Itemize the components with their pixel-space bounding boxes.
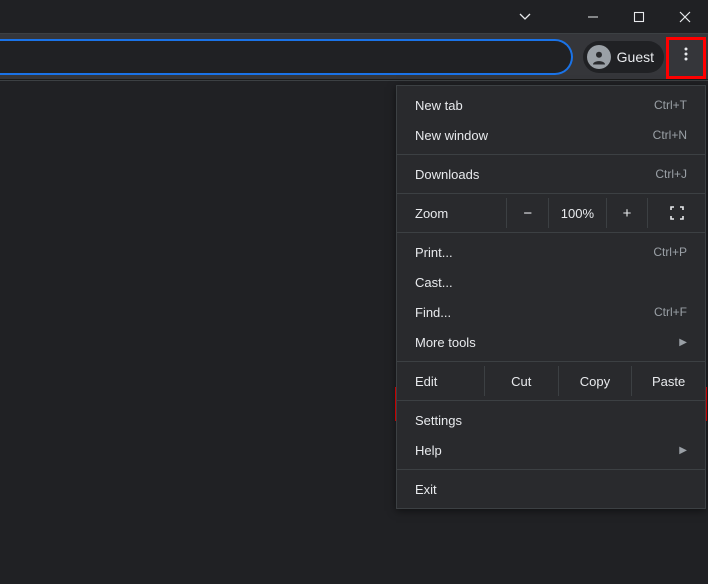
menu-separator [397, 193, 705, 194]
profile-button[interactable]: Guest [583, 41, 664, 73]
menu-shortcut: Ctrl+J [655, 167, 687, 181]
app-menu-button[interactable] [670, 41, 702, 73]
menu-separator [397, 232, 705, 233]
menu-item-exit[interactable]: Exit [397, 474, 705, 504]
address-bar[interactable] [0, 39, 573, 75]
vertical-dots-icon [678, 46, 694, 67]
menu-item-find[interactable]: Find... Ctrl+F [397, 297, 705, 327]
menu-item-edit-row: Edit Cut Copy Paste [397, 366, 705, 396]
menu-label: New window [415, 128, 488, 143]
menu-item-new-tab[interactable]: New tab Ctrl+T [397, 90, 705, 120]
menu-shortcut: Ctrl+F [654, 305, 687, 319]
fullscreen-button[interactable] [647, 198, 705, 228]
menu-item-cast[interactable]: Cast... [397, 267, 705, 297]
fullscreen-icon [670, 206, 684, 220]
menu-label: Settings [415, 413, 462, 428]
menu-separator [397, 361, 705, 362]
menu-shortcut: Ctrl+N [653, 128, 687, 142]
zoom-out-button[interactable]: − [506, 198, 548, 228]
cut-button[interactable]: Cut [484, 366, 558, 396]
copy-button[interactable]: Copy [558, 366, 632, 396]
menu-shortcut: Ctrl+T [654, 98, 687, 112]
edit-label: Edit [397, 366, 484, 396]
menu-label: More tools [415, 335, 476, 350]
menu-label: Print... [415, 245, 453, 260]
menu-separator [397, 400, 705, 401]
menu-label: New tab [415, 98, 463, 113]
chevron-right-icon: ▶ [679, 337, 687, 348]
menu-shortcut: Ctrl+P [653, 245, 687, 259]
menu-item-more-tools[interactable]: More tools ▶ [397, 327, 705, 357]
menu-label: Cast... [415, 275, 453, 290]
menu-item-new-window[interactable]: New window Ctrl+N [397, 120, 705, 150]
paste-button[interactable]: Paste [631, 366, 705, 396]
menu-separator [397, 154, 705, 155]
zoom-label: Zoom [397, 198, 506, 228]
window-maximize-button[interactable] [616, 0, 662, 34]
chevron-right-icon: ▶ [679, 445, 687, 456]
menu-label: Exit [415, 482, 437, 497]
window-close-button[interactable] [662, 0, 708, 34]
menu-item-settings[interactable]: Settings [397, 405, 705, 435]
menu-label: Find... [415, 305, 451, 320]
menu-item-zoom: Zoom − 100% + [397, 198, 705, 228]
menu-separator [397, 469, 705, 470]
window-titlebar [0, 0, 708, 34]
avatar-icon [587, 45, 611, 69]
menu-item-print[interactable]: Print... Ctrl+P [397, 237, 705, 267]
menu-item-downloads[interactable]: Downloads Ctrl+J [397, 159, 705, 189]
menu-item-help[interactable]: Help ▶ [397, 435, 705, 465]
zoom-in-button[interactable]: + [606, 198, 648, 228]
browser-toolbar: Guest [0, 34, 708, 80]
profile-label: Guest [617, 49, 654, 65]
menu-label: Downloads [415, 167, 479, 182]
menu-label: Help [415, 443, 442, 458]
app-menu: New tab Ctrl+T New window Ctrl+N Downloa… [396, 85, 706, 509]
window-minimize-button[interactable] [570, 0, 616, 34]
tabs-dropdown-icon[interactable] [510, 0, 540, 34]
zoom-value: 100% [548, 198, 606, 228]
